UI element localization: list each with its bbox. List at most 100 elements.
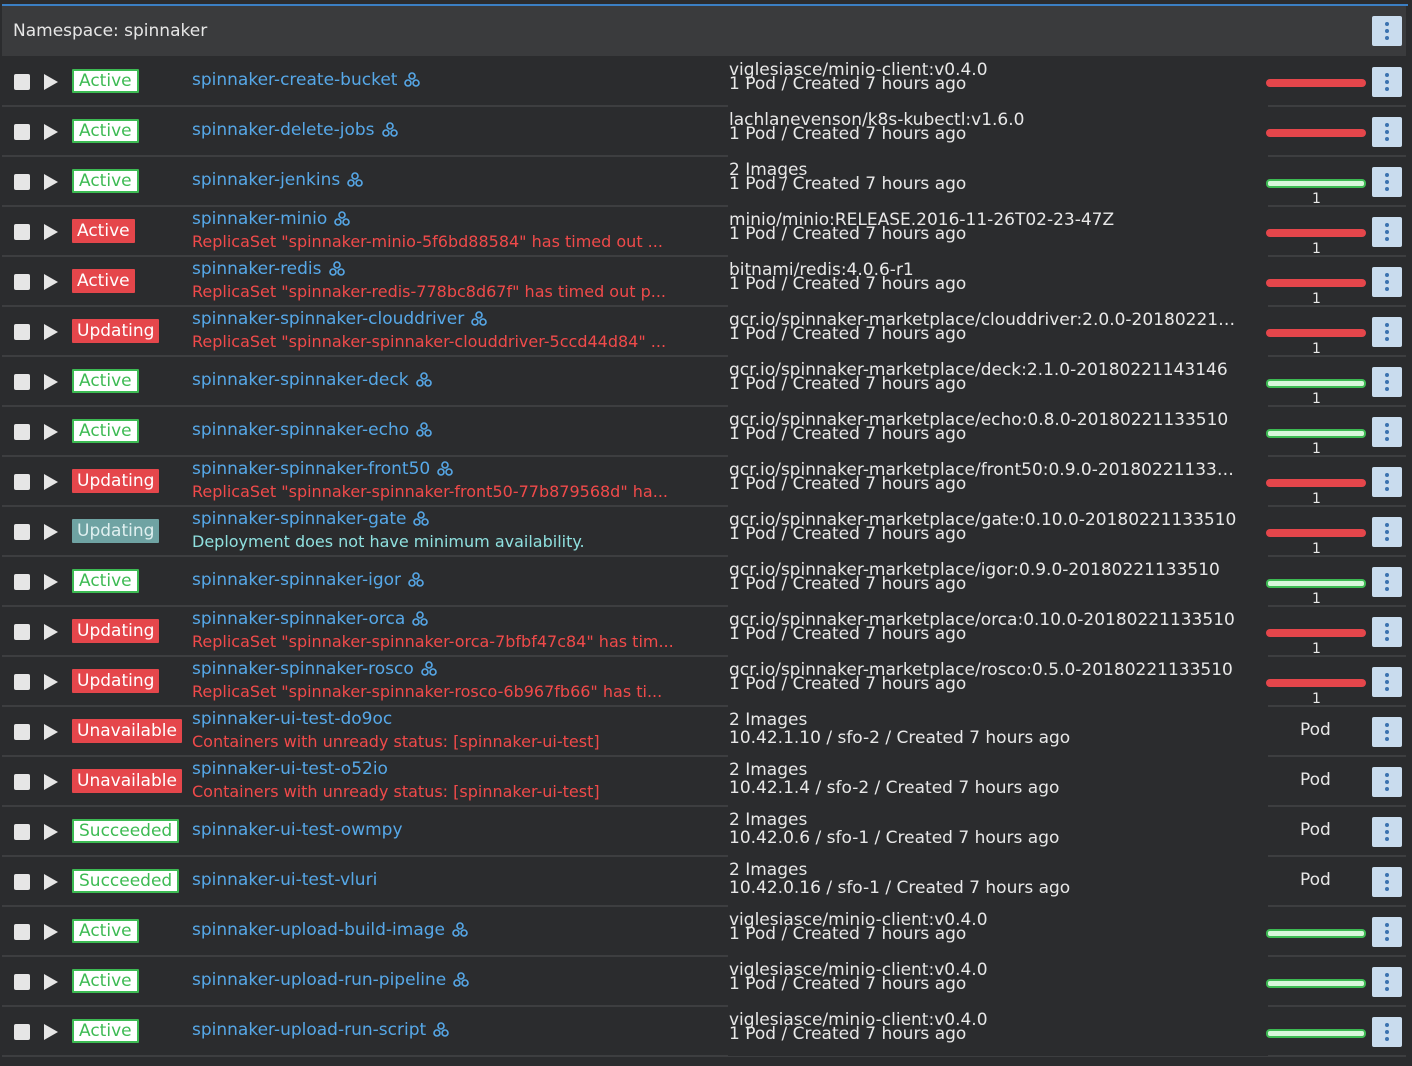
resource-name-link[interactable]: spinnaker-ui-test-vluri <box>192 870 377 890</box>
expand-arrow-icon[interactable] <box>44 124 58 140</box>
resource-name-link[interactable]: spinnaker-upload-run-script <box>192 1020 450 1040</box>
pod-count: 1 <box>1312 191 1321 207</box>
row-menu-button[interactable] <box>1372 817 1402 847</box>
row-menu-button[interactable] <box>1372 867 1402 897</box>
row-checkbox[interactable] <box>14 1024 30 1040</box>
expand-arrow-icon[interactable] <box>44 224 58 240</box>
status-badge: Active <box>72 919 139 943</box>
expand-arrow-icon[interactable] <box>44 674 58 690</box>
resource-name-link[interactable]: spinnaker-spinnaker-gate <box>192 509 430 529</box>
expand-arrow-icon[interactable] <box>44 574 58 590</box>
namespace-menu-button[interactable] <box>1372 16 1402 46</box>
row-checkbox[interactable] <box>14 74 30 90</box>
pod-created-info: 1 Pod / Created 7 hours ago <box>729 324 967 344</box>
expand-arrow-icon[interactable] <box>44 974 58 990</box>
table-row: Updating spinnaker-spinnaker-gate Deployme… <box>2 506 1406 557</box>
row-menu-button[interactable] <box>1372 167 1402 197</box>
row-menu-button[interactable] <box>1372 417 1402 447</box>
resource-name-link[interactable]: spinnaker-spinnaker-echo <box>192 420 433 440</box>
status-badge: Active <box>72 419 139 443</box>
row-menu-button[interactable] <box>1372 367 1402 397</box>
row-checkbox[interactable] <box>14 574 30 590</box>
row-checkbox[interactable] <box>14 474 30 490</box>
expand-arrow-icon[interactable] <box>44 274 58 290</box>
resource-name-link[interactable]: spinnaker-ui-test-do9oc <box>192 709 392 729</box>
row-menu-button[interactable] <box>1372 767 1402 797</box>
kebab-dot-icon <box>1385 330 1389 334</box>
expand-arrow-icon[interactable] <box>44 774 58 790</box>
resource-name-link[interactable]: spinnaker-upload-run-pipeline <box>192 970 470 990</box>
row-checkbox[interactable] <box>14 874 30 890</box>
kebab-dot-icon <box>1385 887 1389 891</box>
kebab-dot-icon <box>1385 473 1389 477</box>
row-checkbox[interactable] <box>14 424 30 440</box>
resource-name-link[interactable]: spinnaker-ui-test-o52io <box>192 759 388 779</box>
kebab-dot-icon <box>1385 430 1389 434</box>
status-badge: Updating <box>72 519 160 543</box>
health-bar <box>1266 279 1366 287</box>
expand-arrow-icon[interactable] <box>44 174 58 190</box>
row-checkbox[interactable] <box>14 374 30 390</box>
row-checkbox[interactable] <box>14 624 30 640</box>
expand-arrow-icon[interactable] <box>44 1024 58 1040</box>
status-message: ReplicaSet "spinnaker-spinnaker-clouddri… <box>192 332 667 351</box>
resource-name-link[interactable]: spinnaker-jenkins <box>192 170 364 190</box>
row-menu-button[interactable] <box>1372 217 1402 247</box>
row-checkbox[interactable] <box>14 924 30 940</box>
row-checkbox[interactable] <box>14 674 30 690</box>
expand-arrow-icon[interactable] <box>44 624 58 640</box>
resource-name-link[interactable]: spinnaker-spinnaker-deck <box>192 370 433 390</box>
expand-arrow-icon[interactable] <box>44 824 58 840</box>
row-menu-button[interactable] <box>1372 617 1402 647</box>
row-checkbox[interactable] <box>14 824 30 840</box>
resource-name-link[interactable]: spinnaker-upload-build-image <box>192 920 469 940</box>
resource-name-link[interactable]: spinnaker-spinnaker-orca <box>192 609 429 629</box>
expand-arrow-icon[interactable] <box>44 524 58 540</box>
row-menu-button[interactable] <box>1372 967 1402 997</box>
resource-name-link[interactable]: spinnaker-minio <box>192 209 351 229</box>
row-checkbox[interactable] <box>14 224 30 240</box>
expand-arrow-icon[interactable] <box>44 424 58 440</box>
expand-arrow-icon[interactable] <box>44 874 58 890</box>
row-checkbox[interactable] <box>14 774 30 790</box>
row-menu-button[interactable] <box>1372 67 1402 97</box>
pod-label: Pod <box>1300 770 1331 790</box>
resource-name-link[interactable]: spinnaker-redis <box>192 259 346 279</box>
resource-name-link[interactable]: spinnaker-spinnaker-igor <box>192 570 425 590</box>
row-checkbox[interactable] <box>14 724 30 740</box>
row-checkbox[interactable] <box>14 324 30 340</box>
row-checkbox[interactable] <box>14 274 30 290</box>
row-menu-button[interactable] <box>1372 717 1402 747</box>
pod-created-info: 1 Pod / Created 7 hours ago <box>729 74 967 94</box>
resource-name-link[interactable]: spinnaker-ui-test-owmpy <box>192 820 403 840</box>
expand-arrow-icon[interactable] <box>44 474 58 490</box>
resource-name-link[interactable]: spinnaker-spinnaker-front50 <box>192 459 454 479</box>
resource-name-link[interactable]: spinnaker-delete-jobs <box>192 120 399 140</box>
row-menu-button[interactable] <box>1372 267 1402 297</box>
expand-arrow-icon[interactable] <box>44 724 58 740</box>
status-message: ReplicaSet "spinnaker-minio-5f6bd88584" … <box>192 232 663 251</box>
expand-arrow-icon[interactable] <box>44 374 58 390</box>
row-checkbox[interactable] <box>14 974 30 990</box>
expand-arrow-icon[interactable] <box>44 924 58 940</box>
row-menu-button[interactable] <box>1372 517 1402 547</box>
row-checkbox[interactable] <box>14 124 30 140</box>
resource-name-link[interactable]: spinnaker-spinnaker-rosco <box>192 659 438 679</box>
row-menu-button[interactable] <box>1372 317 1402 347</box>
row-menu-button[interactable] <box>1372 467 1402 497</box>
row-menu-button[interactable] <box>1372 117 1402 147</box>
expand-arrow-icon[interactable] <box>44 74 58 90</box>
cluster-icon <box>470 310 488 328</box>
resource-name-link[interactable]: spinnaker-spinnaker-clouddriver <box>192 309 488 329</box>
row-checkbox[interactable] <box>14 174 30 190</box>
cluster-icon <box>328 260 346 278</box>
pod-created-info: 1 Pod / Created 7 hours ago <box>729 174 967 194</box>
row-menu-button[interactable] <box>1372 1017 1402 1047</box>
resource-name-text: spinnaker-spinnaker-echo <box>192 420 410 440</box>
resource-name-link[interactable]: spinnaker-create-bucket <box>192 70 421 90</box>
row-checkbox[interactable] <box>14 524 30 540</box>
expand-arrow-icon[interactable] <box>44 324 58 340</box>
row-menu-button[interactable] <box>1372 567 1402 597</box>
row-menu-button[interactable] <box>1372 917 1402 947</box>
row-menu-button[interactable] <box>1372 667 1402 697</box>
